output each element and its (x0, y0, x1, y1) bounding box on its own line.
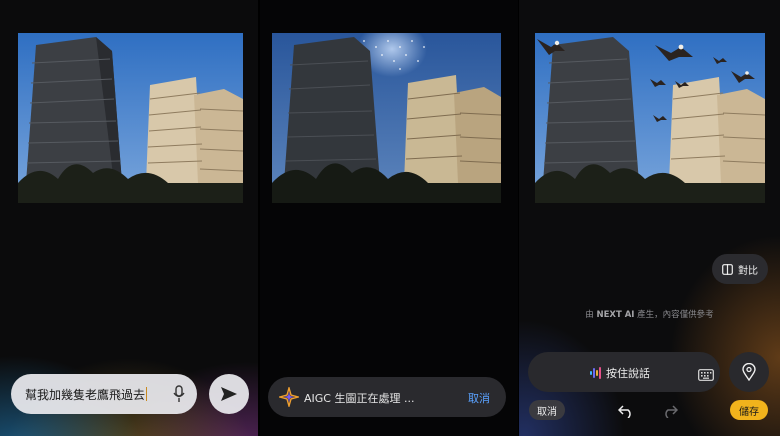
redo-icon[interactable] (662, 403, 679, 422)
panel-prompt: 幫我加幾隻老鷹飛過去 (0, 0, 258, 436)
keyboard-icon[interactable] (698, 366, 714, 385)
prompt-input[interactable]: 幫我加幾隻老鷹飛過去 (11, 374, 197, 414)
undo-icon[interactable] (617, 403, 634, 422)
microphone-icon[interactable] (172, 385, 186, 403)
processing-status-text: AIGC 生圖正在處理 ... (304, 392, 415, 405)
ai-brand: NEXT AI (596, 310, 635, 320)
cancel-processing-button[interactable]: 取消 (468, 390, 490, 406)
compare-icon (722, 263, 733, 275)
location-pin-icon (742, 363, 756, 381)
hold-to-talk-label: 按住說話 (606, 367, 650, 380)
hold-to-talk-button[interactable]: 按住說話 (528, 352, 720, 392)
location-button[interactable] (729, 352, 769, 392)
result-photo (535, 33, 765, 203)
voice-wave-icon (589, 365, 603, 384)
processing-photo (272, 33, 501, 203)
aigc-sparkle-icon (277, 385, 301, 409)
compare-button[interactable]: 對比 (712, 254, 768, 284)
source-photo (18, 33, 243, 203)
panel-result: 對比 由 NEXT AI 產生，內容僅供參考 按住說話 取消 儲存 (519, 0, 780, 436)
send-arrow-icon (221, 387, 237, 401)
save-button[interactable]: 儲存 (730, 400, 768, 420)
prompt-text: 幫我加幾隻老鷹飛過去 (25, 387, 148, 402)
panel-processing: AIGC 生圖正在處理 ... 取消 (260, 0, 518, 436)
compare-label: 對比 (738, 265, 758, 277)
send-button[interactable] (209, 374, 249, 414)
cancel-button[interactable]: 取消 (529, 400, 565, 420)
processing-status-bar: AIGC 生圖正在處理 ... 取消 (268, 377, 506, 417)
text-caret (146, 387, 148, 401)
ai-disclaimer: 由 NEXT AI 產生，內容僅供參考 (585, 310, 714, 320)
